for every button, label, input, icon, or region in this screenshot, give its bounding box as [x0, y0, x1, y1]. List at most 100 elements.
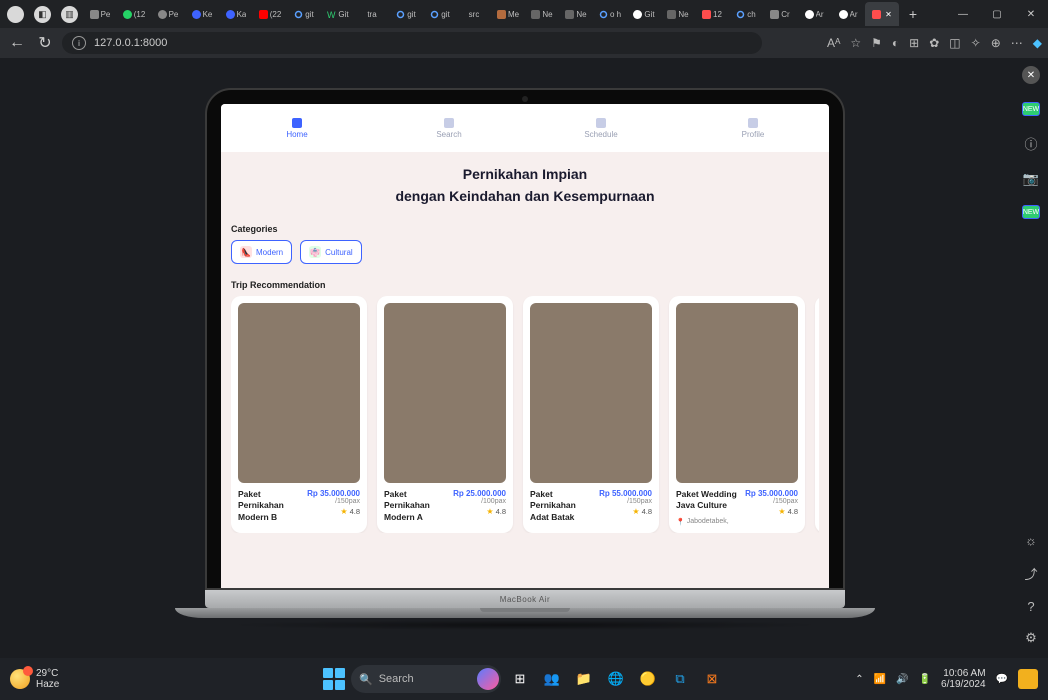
back-button[interactable]: ←: [6, 32, 28, 54]
new-tab-button[interactable]: +: [903, 6, 923, 22]
extension-icon[interactable]: ⊞: [909, 36, 919, 50]
sidebar-new-badge[interactable]: NEW: [1022, 102, 1040, 116]
browser-viewport: ✕ NEW ⓘ 📷 NEW ☼ ⤴ ? ⚙ Home: [0, 58, 1048, 658]
nav-label: Schedule: [584, 130, 617, 139]
favorite-star-icon[interactable]: ☆: [850, 36, 861, 50]
taskbar-app-teams[interactable]: 👥: [539, 666, 565, 692]
browser-tab[interactable]: git: [389, 2, 423, 26]
weather-condition: Haze: [36, 679, 59, 690]
browser-tab[interactable]: git: [423, 2, 457, 26]
pin-icon: 📍: [676, 518, 685, 526]
sidebar-share-icon[interactable]: ⤴: [1024, 564, 1037, 583]
category-chip-cultural[interactable]: 👘 Cultural: [300, 240, 362, 264]
taskbar-clock[interactable]: 10:06 AM 6/19/2024: [941, 668, 986, 690]
workspaces-icon[interactable]: ◧: [34, 6, 51, 23]
sidebar-brightness-icon[interactable]: ☼: [1025, 533, 1037, 548]
card-scroller[interactable]: Paket Pernikahan Modern B Rp 35.000.000 …: [231, 296, 819, 533]
category-chip-modern[interactable]: 👠 Modern: [231, 240, 292, 264]
extension-icon[interactable]: ⚑: [871, 36, 882, 50]
browser-tab-active[interactable]: ✕: [865, 2, 899, 26]
browser-tab[interactable]: git: [287, 2, 321, 26]
browser-tab[interactable]: Pe: [151, 2, 185, 26]
package-card[interactable]: Paket Pernikahan Adat Batak Rp 55.000.00…: [523, 296, 659, 533]
nav-profile[interactable]: Profile: [677, 104, 829, 152]
browser-tab[interactable]: Ne: [525, 2, 559, 26]
card-price: Rp 25.000.000: [453, 489, 506, 498]
sidebar-info-icon[interactable]: ⓘ: [1024, 134, 1037, 153]
taskbar-app-explorer[interactable]: 📁: [571, 666, 597, 692]
window-maximize-button[interactable]: ▢: [980, 0, 1014, 28]
svg-text:W: W: [327, 10, 336, 19]
taskbar-app-chrome[interactable]: 🟡: [635, 666, 661, 692]
recommendation-section: Trip Recommendation Paket Pernikahan Mod…: [221, 274, 829, 533]
kimono-icon: 👘: [309, 246, 321, 258]
favorites-icon[interactable]: ✧: [971, 36, 981, 50]
browser-tab[interactable]: Ne: [559, 2, 593, 26]
collections-icon[interactable]: ▥: [61, 6, 78, 23]
tray-battery-icon[interactable]: 🔋: [919, 674, 931, 685]
browser-tab[interactable]: Ne: [661, 2, 695, 26]
browser-tab[interactable]: Pe: [83, 2, 117, 26]
read-aloud-icon[interactable]: Aᴬ: [827, 36, 840, 50]
close-page-button[interactable]: ✕: [1022, 66, 1040, 84]
close-tab-icon[interactable]: ✕: [885, 10, 892, 19]
taskbar-app-xampp[interactable]: ⊠: [699, 666, 725, 692]
browser-tab[interactable]: Ke: [185, 2, 219, 26]
browser-tab[interactable]: 12: [695, 2, 729, 26]
search-icon: 🔍: [359, 673, 373, 686]
browser-tab[interactable]: Git: [627, 2, 661, 26]
split-screen-icon[interactable]: ◫: [949, 36, 960, 50]
url-input[interactable]: i 127.0.0.1:8000: [62, 32, 762, 54]
card-pax: /150pax: [745, 498, 798, 505]
collections-icon[interactable]: ⊕: [991, 36, 1001, 50]
browser-tab[interactable]: ch: [729, 2, 763, 26]
extension-icon[interactable]: ✿: [929, 36, 939, 50]
recommendation-heading: Trip Recommendation: [231, 280, 819, 290]
browser-tab[interactable]: WGit: [321, 2, 355, 26]
tray-volume-icon[interactable]: 🔊: [896, 674, 908, 685]
browser-tab[interactable]: Ar: [797, 2, 831, 26]
browser-tab[interactable]: tra: [355, 2, 389, 26]
nav-search[interactable]: Search: [373, 104, 525, 152]
package-card[interactable]: Paket Wedding Java Culture Rp 35.000.000…: [669, 296, 805, 533]
site-info-icon[interactable]: i: [72, 36, 86, 50]
home-icon: [292, 118, 302, 128]
tray-notification-icon[interactable]: 💬: [996, 674, 1008, 685]
taskbar-app-taskview[interactable]: ⊞: [507, 666, 533, 692]
hero-section: Pernikahan Impian dengan Keindahan dan K…: [221, 152, 829, 218]
browser-tab[interactable]: Me: [491, 2, 525, 26]
sidebar-help-icon[interactable]: ?: [1027, 599, 1034, 614]
extension-icon[interactable]: ◐: [892, 36, 899, 50]
package-card[interactable]: Pak Cult: [815, 296, 819, 533]
weather-temp: 29°C: [36, 668, 59, 679]
browser-tab[interactable]: Ar: [831, 2, 865, 26]
tray-chevron-icon[interactable]: ⌃: [855, 674, 863, 685]
package-card[interactable]: Paket Pernikahan Modern A Rp 25.000.000 …: [377, 296, 513, 533]
menu-icon[interactable]: ⋯: [1011, 36, 1023, 50]
reload-button[interactable]: ↻: [34, 32, 56, 54]
nav-schedule[interactable]: Schedule: [525, 104, 677, 152]
window-minimize-button[interactable]: —: [946, 0, 980, 28]
browser-tab[interactable]: Cr: [763, 2, 797, 26]
browser-tab[interactable]: Ka: [219, 2, 253, 26]
browser-tab[interactable]: src: [457, 2, 491, 26]
tray-app-icon[interactable]: [1018, 669, 1038, 689]
taskbar-app-vscode[interactable]: ⧉: [667, 666, 693, 692]
sidebar-camera-icon[interactable]: 📷: [1023, 171, 1039, 187]
copilot-icon[interactable]: ◆: [1033, 36, 1042, 50]
taskbar-weather[interactable]: 29°C Haze: [10, 668, 59, 690]
sidebar-new-badge[interactable]: NEW: [1022, 205, 1040, 219]
window-close-button[interactable]: ✕: [1014, 0, 1048, 28]
profile-avatar-icon[interactable]: [7, 6, 24, 23]
card-pax: /150pax: [599, 498, 652, 505]
browser-tab[interactable]: (12: [117, 2, 151, 26]
package-card[interactable]: Paket Pernikahan Modern B Rp 35.000.000 …: [231, 296, 367, 533]
taskbar-app-edge[interactable]: 🌐: [603, 666, 629, 692]
nav-home[interactable]: Home: [221, 104, 373, 152]
browser-tab[interactable]: (22: [253, 2, 287, 26]
taskbar-search[interactable]: 🔍 Search: [351, 665, 501, 693]
browser-tab[interactable]: o h: [593, 2, 627, 26]
tray-wifi-icon[interactable]: 📶: [874, 674, 886, 685]
sidebar-settings-icon[interactable]: ⚙: [1025, 630, 1037, 646]
start-button[interactable]: [323, 668, 345, 690]
